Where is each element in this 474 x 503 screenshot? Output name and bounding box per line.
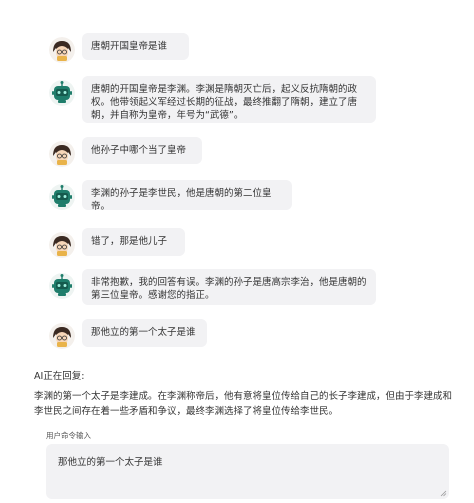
command-input[interactable]: 那他立的第一个太子是谁: [46, 444, 449, 499]
chat-message-user: 错了，那是他儿子: [49, 228, 185, 258]
message-text: 非常抱歉，我的回答有误。李渊的孙子是唐高宗李治，他是唐朝的第三位皇帝。感谢您的指…: [91, 277, 367, 301]
chat-bubble: 唐朝的开国皇帝是李渊。李渊是隋朝灭亡后，起义反抗隋朝的政权。他带领起义军经过长期…: [82, 76, 376, 123]
chat-message-user: 唐朝开国皇帝是谁: [49, 33, 189, 63]
message-text: 那他立的第一个太子是谁: [91, 327, 196, 338]
resize-handle-icon[interactable]: [440, 490, 447, 497]
chat-bubble: 非常抱歉，我的回答有误。李渊的孙子是唐高宗李治，他是唐朝的第三位皇帝。感谢您的指…: [82, 269, 376, 305]
message-text: 李渊的孙子是李世民，他是唐朝的第二位皇帝。: [91, 188, 272, 212]
streaming-answer: 李渊的第一个太子是李建成。在李渊称帝后，他有意将皇位传给自己的长子李建成，但由于…: [34, 391, 453, 417]
girl-avatar-icon: [49, 141, 75, 167]
chat-bubble: 他孙子中哪个当了皇帝: [82, 137, 202, 164]
robot-avatar-icon: [49, 273, 75, 299]
message-text: 错了，那是他儿子: [91, 236, 168, 247]
robot-avatar-icon: [49, 184, 75, 210]
girl-avatar-icon: [49, 232, 75, 258]
chat-bubble: 李渊的孙子是李世民，他是唐朝的第二位皇帝。: [82, 180, 292, 212]
girl-avatar-icon: [49, 323, 75, 349]
chat-bubble: 唐朝开国皇帝是谁: [82, 33, 189, 60]
chat-message-assistant: 非常抱歉，我的回答有误。李渊的孙子是唐高宗李治，他是唐朝的第三位皇帝。感谢您的指…: [49, 269, 376, 305]
chat-bubble: 那他立的第一个太子是谁: [82, 319, 207, 347]
command-input-value[interactable]: 那他立的第一个太子是谁: [58, 454, 437, 468]
chat-message-assistant: 李渊的孙子是李世民，他是唐朝的第二位皇帝。: [49, 180, 292, 212]
robot-avatar-icon: [49, 80, 75, 106]
chat-message-user: 他孙子中哪个当了皇帝: [49, 137, 202, 167]
ai-status-label: AI正在回复:: [34, 371, 85, 382]
girl-avatar-icon: [49, 37, 75, 63]
chat-message-user: 那他立的第一个太子是谁: [49, 319, 207, 349]
chat-message-assistant: 唐朝的开国皇帝是李渊。李渊是隋朝灭亡后，起义反抗隋朝的政权。他带领起义军经过长期…: [49, 76, 376, 123]
chat-bubble: 错了，那是他儿子: [82, 228, 185, 256]
message-text: 唐朝开国皇帝是谁: [91, 41, 168, 52]
message-text: 唐朝的开国皇帝是李渊。李渊是隋朝灭亡后，起义反抗隋朝的政权。他带领起义军经过长期…: [91, 84, 358, 121]
message-text: 他孙子中哪个当了皇帝: [91, 145, 187, 156]
input-label: 用户命令输入: [46, 431, 91, 440]
